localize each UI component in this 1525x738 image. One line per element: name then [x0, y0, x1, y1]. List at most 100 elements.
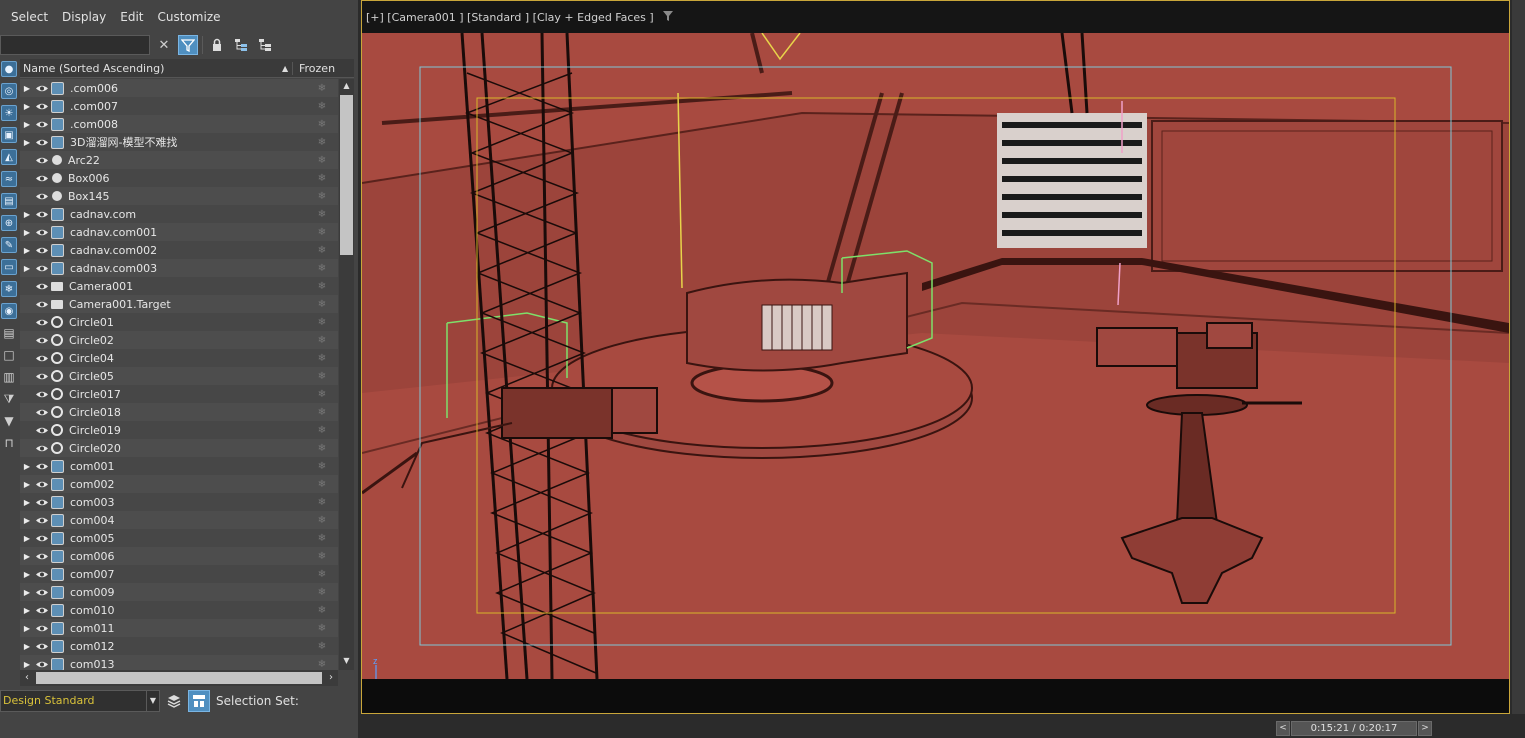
freeze-icon[interactable]: ❄	[316, 101, 328, 112]
scene-render[interactable]: z	[362, 33, 1509, 679]
eye-icon[interactable]	[34, 227, 49, 237]
freeze-icon[interactable]: ❄	[316, 479, 328, 490]
funnel-icon[interactable]: ▼	[1, 413, 17, 429]
eye-icon[interactable]	[34, 587, 49, 597]
eye-icon[interactable]	[34, 191, 49, 201]
expand-arrow-icon[interactable]: ▶	[20, 642, 34, 651]
eye-icon[interactable]	[34, 425, 49, 435]
expand-arrow-icon[interactable]: ▶	[20, 588, 34, 597]
eye-icon[interactable]	[34, 155, 49, 165]
eye-icon[interactable]	[34, 299, 49, 309]
freeze-icon[interactable]: ❄	[316, 605, 328, 616]
eye-icon[interactable]	[34, 533, 49, 543]
list-item[interactable]: ▶ com013 ❄	[20, 655, 338, 670]
eye-icon[interactable]	[34, 623, 49, 633]
freeze-icon[interactable]: ❄	[316, 515, 328, 526]
freeze-icon[interactable]: ❄	[316, 155, 328, 166]
time-readout[interactable]: 0:15:21 / 0:20:17	[1291, 720, 1417, 736]
particles-filter-icon[interactable]: ❄	[1, 281, 17, 297]
expand-arrow-icon[interactable]: ▶	[20, 264, 34, 273]
viewport-label[interactable]: [+] [Camera001 ] [Standard ] [Clay + Edg…	[366, 11, 654, 24]
list-item[interactable]: ▶ com007 ❄	[20, 565, 338, 583]
list-item[interactable]: ▶ com009 ❄	[20, 583, 338, 601]
eye-icon[interactable]	[34, 479, 49, 489]
horizontal-scrollbar[interactable]: ‹ ›	[20, 670, 338, 686]
expand-arrow-icon[interactable]: ▶	[20, 120, 34, 129]
list-item[interactable]: ▶ 3D溜溜网-模型不难找 ❄	[20, 133, 338, 151]
eye-icon[interactable]	[34, 209, 49, 219]
freeze-icon[interactable]: ❄	[316, 407, 328, 418]
list-item[interactable]: ▶ cadnav.com001 ❄	[20, 223, 338, 241]
close-icon[interactable]: ✕	[154, 35, 174, 55]
list-item[interactable]: Circle01 ❄	[20, 313, 338, 331]
eye-icon[interactable]	[34, 83, 49, 93]
freeze-icon[interactable]: ❄	[316, 263, 328, 274]
expand-arrow-icon[interactable]: ▶	[20, 246, 34, 255]
containers-filter-icon[interactable]: ▭	[1, 259, 17, 275]
lights-filter-icon[interactable]: ☀	[1, 105, 17, 121]
freeze-icon[interactable]: ❄	[316, 119, 328, 130]
cameras-filter-icon[interactable]: ▣	[1, 127, 17, 143]
list-item[interactable]: Box006 ❄	[20, 169, 338, 187]
eye-icon[interactable]	[34, 353, 49, 363]
lock-icon[interactable]	[207, 35, 227, 55]
layers-icon[interactable]	[163, 690, 185, 712]
list-item[interactable]: ▶ cadnav.com003 ❄	[20, 259, 338, 277]
geometry-filter-icon[interactable]: ●	[1, 61, 17, 77]
list-item[interactable]: ▶ .com008 ❄	[20, 115, 338, 133]
freeze-icon[interactable]: ❄	[316, 335, 328, 346]
eye-icon[interactable]	[34, 137, 49, 147]
freeze-icon[interactable]: ❄	[316, 569, 328, 580]
eye-icon[interactable]	[34, 335, 49, 345]
menu-customize[interactable]: Customize	[151, 6, 228, 28]
freeze-icon[interactable]: ❄	[316, 659, 328, 670]
list-item[interactable]: ▶ .com007 ❄	[20, 97, 338, 115]
eye-icon[interactable]	[34, 551, 49, 561]
bones-filter-icon[interactable]: ✎	[1, 237, 17, 253]
hscroll-thumb[interactable]	[36, 672, 322, 684]
helpers-filter-icon[interactable]: ◭	[1, 149, 17, 165]
freeze-icon[interactable]: ❄	[316, 83, 328, 94]
list-item[interactable]: Arc22 ❄	[20, 151, 338, 169]
expand-arrow-icon[interactable]: ▶	[20, 534, 34, 543]
list-item[interactable]: ▶ com005 ❄	[20, 529, 338, 547]
eye-icon[interactable]	[34, 605, 49, 615]
menu-edit[interactable]: Edit	[113, 6, 150, 28]
list-item[interactable]: Circle019 ❄	[20, 421, 338, 439]
freeze-icon[interactable]: ❄	[316, 425, 328, 436]
column-name-header[interactable]: Name (Sorted Ascending)	[20, 62, 282, 75]
eye-icon[interactable]	[34, 407, 49, 417]
filter-icon[interactable]	[178, 35, 198, 55]
time-next-button[interactable]: >	[1418, 720, 1432, 736]
freeze-icon[interactable]: ❄	[316, 623, 328, 634]
expand-arrow-icon[interactable]: ▶	[20, 498, 34, 507]
freeze-icon[interactable]: ❄	[316, 245, 328, 256]
expand-arrow-icon[interactable]: ▶	[20, 660, 34, 669]
expand-arrow-icon[interactable]: ▶	[20, 516, 34, 525]
eye-icon[interactable]	[34, 389, 49, 399]
list-item[interactable]: ▶ com011 ❄	[20, 619, 338, 637]
spacewarps-filter-icon[interactable]: ≈	[1, 171, 17, 187]
time-slider[interactable]: < 0:15:21 / 0:20:17 >	[1276, 720, 1432, 736]
eye-icon[interactable]	[34, 101, 49, 111]
list-item[interactable]: ▶ com006 ❄	[20, 547, 338, 565]
list-item[interactable]: ▶ .com006 ❄	[20, 79, 338, 97]
freeze-icon[interactable]: ❄	[316, 371, 328, 382]
eye-icon[interactable]	[34, 659, 49, 669]
hierarchy-collapse-icon[interactable]	[255, 35, 275, 55]
eye-icon[interactable]	[34, 641, 49, 651]
freeze-icon[interactable]: ❄	[316, 587, 328, 598]
hierarchy-view-icon[interactable]	[188, 690, 210, 712]
eye-icon[interactable]	[34, 263, 49, 273]
list-item[interactable]: Camera001 ❄	[20, 277, 338, 295]
hierarchy-icon[interactable]	[231, 35, 251, 55]
freeze-icon[interactable]: ❄	[316, 497, 328, 508]
eye-icon[interactable]	[34, 119, 49, 129]
scroll-up-icon[interactable]: ▲	[339, 79, 354, 93]
select-none-icon[interactable]: □	[1, 347, 17, 363]
list-icon[interactable]: ▤	[1, 325, 17, 341]
list-item[interactable]: Circle05 ❄	[20, 367, 338, 385]
time-prev-button[interactable]: <	[1276, 720, 1290, 736]
expand-arrow-icon[interactable]: ▶	[20, 102, 34, 111]
freeze-icon[interactable]: ❄	[316, 641, 328, 652]
